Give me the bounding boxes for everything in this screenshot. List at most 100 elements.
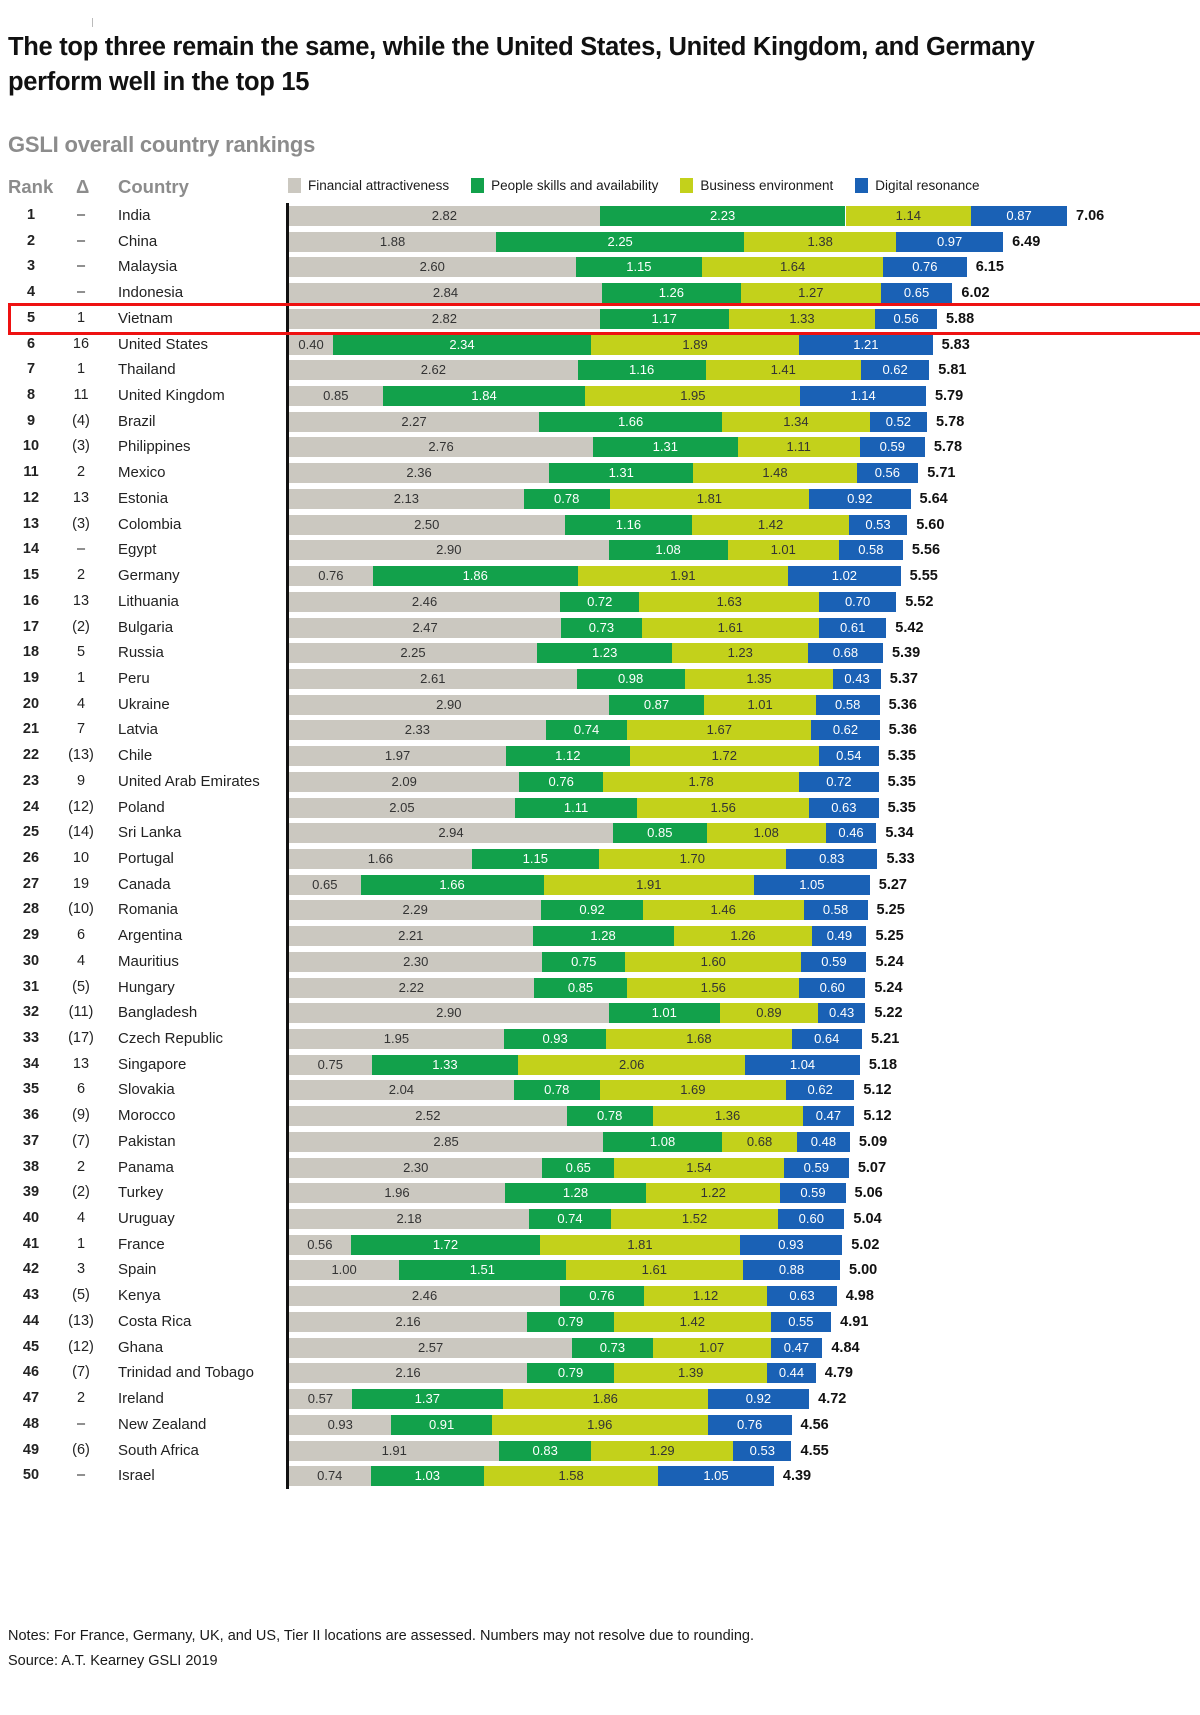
table-row[interactable]: 26 10 Portugal 1.66 1.15 1.70 0.83 5.33 xyxy=(0,846,1200,872)
bar-segment-business-environment: 1.41 xyxy=(705,360,861,381)
row-total-value: 5.09 xyxy=(858,1133,888,1150)
table-row[interactable]: 34 13 Singapore 0.75 1.33 2.06 1.04 5.18 xyxy=(0,1052,1200,1078)
stacked-bar: 2.90 0.87 1.01 0.58 5.36 xyxy=(289,694,940,715)
table-row[interactable]: 6 16 United States 0.40 2.34 1.89 1.21 5.83 xyxy=(0,332,1200,358)
bar-segment-business-environment: 1.86 xyxy=(502,1389,708,1410)
table-row[interactable]: 11 2 Mexico 2.36 1.31 1.48 0.56 5.71 xyxy=(0,460,1200,486)
stacked-bar: 2.30 0.65 1.54 0.59 5.07 xyxy=(289,1157,909,1178)
table-row[interactable]: 32 (11) Bangladesh 2.90 1.01 0.89 0.43 5.22 xyxy=(0,1000,1200,1026)
table-row[interactable]: 43 (5) Kenya 2.46 0.76 1.12 0.63 4.98 xyxy=(0,1283,1200,1309)
bar-segment-value: 0.76 xyxy=(912,259,938,275)
rank-value: 30 xyxy=(22,952,40,969)
stacked-bar: 2.84 1.26 1.27 0.65 6.02 xyxy=(289,283,1012,304)
legend-item-3[interactable]: Digital resonance xyxy=(855,178,980,193)
table-row[interactable]: 45 (12) Ghana 2.57 0.73 1.07 0.47 4.84 xyxy=(0,1335,1200,1361)
table-row[interactable]: 36 (9) Morocco 2.52 0.78 1.36 0.47 5.12 xyxy=(0,1103,1200,1129)
table-row[interactable]: 46 (7) Trinidad and Tobago 2.16 0.79 1.39 0.44… xyxy=(0,1360,1200,1386)
table-row[interactable]: 38 2 Panama 2.30 0.65 1.54 0.59 5.07 xyxy=(0,1155,1200,1181)
country-name: Pakistan xyxy=(118,1132,176,1150)
bar-segment-people-skills: 1.86 xyxy=(372,566,578,587)
delta-value: (2) xyxy=(72,1184,90,1201)
table-row[interactable]: 5 1 Vietnam 2.82 1.17 1.33 0.56 5.88 xyxy=(0,306,1200,332)
row-total-value: 5.35 xyxy=(887,773,916,790)
table-row[interactable]: 2 – China 1.88 2.25 1.38 0.97 6.49 xyxy=(0,229,1200,255)
rank-value: 37 xyxy=(22,1132,40,1149)
table-row[interactable]: 48 – New Zealand 0.93 0.91 1.96 0.76 4.56 xyxy=(0,1412,1200,1438)
stacked-bar: 0.57 1.37 1.86 0.92 4.72 xyxy=(289,1389,869,1410)
table-row[interactable]: 23 9 United Arab Emirates 2.09 0.76 1.78 0.72 5… xyxy=(0,769,1200,795)
table-row[interactable]: 33 (17) Czech Republic 1.95 0.93 1.68 0.64 5.21 xyxy=(0,1026,1200,1052)
table-row[interactable]: 12 13 Estonia 2.13 0.78 1.81 0.92 5.64 xyxy=(0,486,1200,512)
table-row[interactable]: 20 4 Ukraine 2.90 0.87 1.01 0.58 5.36 xyxy=(0,692,1200,718)
table-row[interactable]: 29 6 Argentina 2.21 1.28 1.26 0.49 5.25 xyxy=(0,923,1200,949)
bar-segment-business-environment: 1.78 xyxy=(603,771,800,792)
table-row[interactable]: 40 4 Uruguay 2.18 0.74 1.52 0.60 5.04 xyxy=(0,1206,1200,1232)
table-row[interactable]: 18 5 Russia 2.25 1.23 1.23 0.68 5.39 xyxy=(0,640,1200,666)
bar-segment-value: 0.70 xyxy=(844,593,871,609)
stacked-bar: 0.40 2.34 1.89 1.21 5.83 xyxy=(289,334,993,355)
table-row[interactable]: 42 3 Spain 1.00 1.51 1.61 0.88 5.00 xyxy=(0,1257,1200,1283)
bar-segment-financial-attractiveness: 1.96 xyxy=(289,1183,505,1204)
delta-value: – xyxy=(76,541,86,558)
table-row[interactable]: 8 11 United Kingdom 0.85 1.84 1.95 1.14 5.79 xyxy=(0,383,1200,409)
table-row[interactable]: 25 (14) Sri Lanka 2.94 0.85 1.08 0.46 5.34 xyxy=(0,820,1200,846)
bar-segment-financial-attractiveness: 2.04 xyxy=(289,1080,514,1101)
table-row[interactable]: 31 (5) Hungary 2.22 0.85 1.56 0.60 5.24 xyxy=(0,975,1200,1001)
table-row[interactable]: 30 4 Mauritius 2.30 0.75 1.60 0.59 5.24 xyxy=(0,949,1200,975)
table-row[interactable]: 13 (3) Colombia 2.50 1.16 1.42 0.53 5.60 xyxy=(0,512,1200,538)
table-row[interactable]: 37 (7) Pakistan 2.85 1.08 0.68 0.48 5.09 xyxy=(0,1129,1200,1155)
table-row[interactable]: 22 (13) Chile 1.97 1.12 1.72 0.54 5.35 xyxy=(0,743,1200,769)
bar-segment-business-environment: 1.42 xyxy=(614,1311,771,1332)
bar-segment-value: 0.62 xyxy=(807,1082,833,1098)
legend-item-1[interactable]: People skills and availability xyxy=(471,178,658,193)
table-row[interactable]: 17 (2) Bulgaria 2.47 0.73 1.61 0.61 5.42 xyxy=(0,615,1200,641)
table-row[interactable]: 19 1 Peru 2.61 0.98 1.35 0.43 5.37 xyxy=(0,666,1200,692)
table-row[interactable]: 44 (13) Costa Rica 2.16 0.79 1.42 0.55 4.91 xyxy=(0,1309,1200,1335)
country-name: Russia xyxy=(118,644,164,662)
rank-value: 46 xyxy=(22,1364,40,1381)
bar-segment-value: 0.83 xyxy=(819,850,845,866)
table-row[interactable]: 27 19 Canada 0.65 1.66 1.91 1.05 5.27 xyxy=(0,872,1200,898)
table-row[interactable]: 7 1 Thailand 2.62 1.16 1.41 0.62 5.81 xyxy=(0,357,1200,383)
legend-item-2[interactable]: Business environment xyxy=(680,178,833,193)
table-row[interactable]: 24 (12) Poland 2.05 1.11 1.56 0.63 5.35 xyxy=(0,795,1200,821)
bar-segment-digital-resonance: 0.76 xyxy=(882,257,967,278)
country-name: Spain xyxy=(118,1261,157,1279)
table-row[interactable]: 3 – Malaysia 2.60 1.15 1.64 0.76 6.15 xyxy=(0,254,1200,280)
table-row[interactable]: 21 7 Latvia 2.33 0.74 1.67 0.62 5.36 xyxy=(0,717,1200,743)
country-name: Vietnam xyxy=(118,309,173,327)
bar-segment-financial-attractiveness: 2.76 xyxy=(289,437,594,458)
table-row[interactable]: 50 – Israel 0.74 1.03 1.58 1.05 4.39 xyxy=(0,1463,1200,1489)
bar-segment-financial-attractiveness: 0.65 xyxy=(289,874,361,895)
rank-value: 31 xyxy=(22,978,40,995)
table-row[interactable]: 47 2 Ireland 0.57 1.37 1.86 0.92 4.72 xyxy=(0,1386,1200,1412)
bar-segment-financial-attractiveness: 0.93 xyxy=(289,1414,392,1435)
bar-segment-business-environment: 1.11 xyxy=(737,437,860,458)
bar-segment-value: 2.85 xyxy=(433,1133,459,1149)
table-row[interactable]: 28 (10) Romania 2.29 0.92 1.46 0.58 5.25 xyxy=(0,897,1200,923)
table-row[interactable]: 4 – Indonesia 2.84 1.26 1.27 0.65 6.02 xyxy=(0,280,1200,306)
bar-segment-value: 0.58 xyxy=(858,542,884,558)
table-row[interactable]: 1 – India 2.82 2.23 1.14 0.87 7.06 xyxy=(0,203,1200,229)
table-row[interactable]: 9 (4) Brazil 2.27 1.66 1.34 0.52 5.78 xyxy=(0,409,1200,435)
table-row[interactable]: 49 (6) South Africa 1.91 0.83 1.29 0.53 4.55 xyxy=(0,1438,1200,1464)
table-row[interactable]: 14 – Egypt 2.90 1.08 1.01 0.58 5.56 xyxy=(0,537,1200,563)
bar-segment-value: 1.97 xyxy=(384,748,411,764)
legend-item-0[interactable]: Financial attractiveness xyxy=(288,178,449,193)
bar-segment-business-environment: 0.89 xyxy=(719,1003,818,1024)
rank-value: 49 xyxy=(22,1441,40,1458)
table-row[interactable]: 10 (3) Philippines 2.76 1.31 1.11 0.59 5.78 xyxy=(0,434,1200,460)
bar-segment-value: 0.88 xyxy=(778,1262,805,1278)
table-row[interactable]: 15 2 Germany 0.76 1.86 1.91 1.02 5.55 xyxy=(0,563,1200,589)
table-row[interactable]: 39 (2) Turkey 1.96 1.28 1.22 0.59 5.06 xyxy=(0,1180,1200,1206)
bar-segment-value: 1.72 xyxy=(711,748,737,764)
column-header-country: Country xyxy=(118,176,189,197)
table-row[interactable]: 35 6 Slovakia 2.04 0.78 1.69 0.62 5.12 xyxy=(0,1077,1200,1103)
bar-segment-digital-resonance: 0.92 xyxy=(809,488,911,509)
table-row[interactable]: 16 13 Lithuania 2.46 0.72 1.63 0.70 5.52 xyxy=(0,589,1200,615)
bar-segment-value: 0.93 xyxy=(327,1416,353,1432)
bar-segment-digital-resonance: 0.61 xyxy=(819,617,887,638)
bar-segment-value: 0.93 xyxy=(542,1031,568,1046)
bar-segment-financial-attractiveness: 0.40 xyxy=(289,334,334,355)
table-row[interactable]: 41 1 France 0.56 1.72 1.81 0.93 5.02 xyxy=(0,1232,1200,1258)
